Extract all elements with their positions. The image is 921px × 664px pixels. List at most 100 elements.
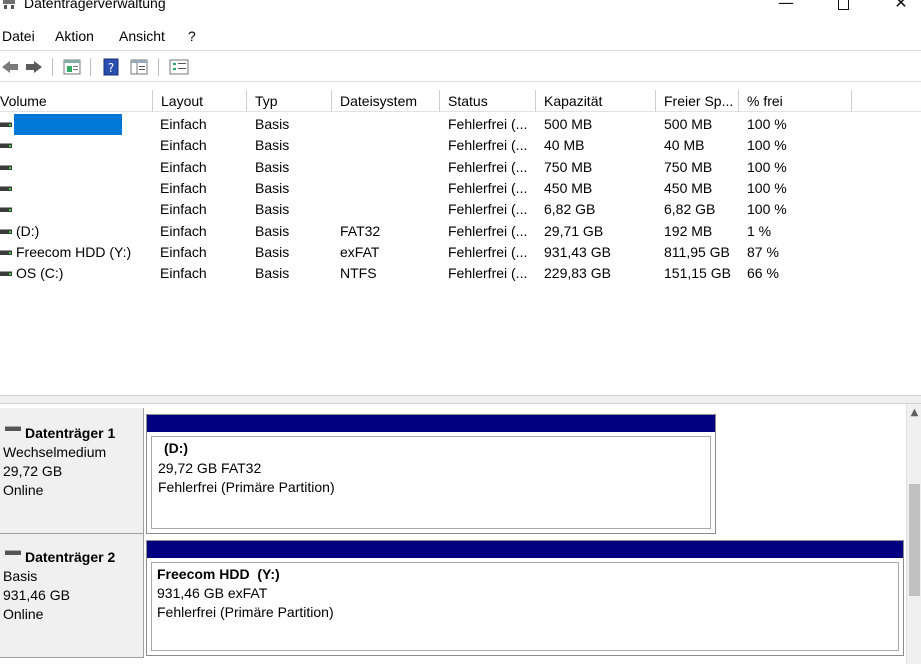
hard-disk-icon	[5, 550, 21, 555]
column-header-empty	[852, 90, 921, 112]
disk-2-info[interactable]: Datenträger 2 Basis 931,46 GB Online	[0, 534, 144, 658]
disk-2-title: Datenträger 2	[25, 549, 116, 565]
cell-status: Fehlerfrei (...	[448, 222, 528, 239]
cell-typ: Basis	[255, 158, 290, 175]
cell-dateisystem: NTFS	[340, 265, 377, 282]
toolbar-divider	[0, 81, 921, 82]
volume-list: Volume Layout Typ Dateisystem Status Kap…	[0, 90, 921, 395]
partition-d-status: Fehlerfrei (Primäre Partition)	[158, 479, 335, 495]
cell-prozent-frei: 66 %	[747, 265, 779, 282]
partition-y-name: Freecom HDD (Y:)	[157, 566, 280, 582]
pane-splitter[interactable]	[0, 395, 921, 404]
cell-volume: Freecom HDD (Y:)	[16, 243, 132, 260]
show-hide-pane-button[interactable]	[129, 57, 149, 77]
menu-datei[interactable]: Datei	[2, 28, 35, 44]
column-header-prozent-frei[interactable]: % frei	[739, 90, 852, 112]
cell-typ: Basis	[255, 201, 290, 218]
settings-button[interactable]	[169, 57, 189, 77]
cell-freier-speicher: 192 MB	[664, 222, 713, 239]
cell-layout: Einfach	[160, 179, 207, 196]
column-header-typ[interactable]: Typ	[247, 90, 332, 112]
disk-2-size: 931,46 GB	[3, 587, 70, 603]
vertical-scrollbar[interactable]: ▲	[906, 404, 921, 664]
volume-drive-icon	[0, 249, 12, 255]
toolbar-separator	[52, 58, 53, 76]
cell-kapazitaet: 750 MB	[544, 158, 593, 175]
cell-freier-speicher: 500 MB	[664, 116, 713, 132]
partition-d-name: (D:)	[164, 440, 189, 456]
toolbar: ?	[0, 52, 921, 82]
selection-highlight	[14, 114, 122, 135]
cell-prozent-frei: 1 %	[747, 222, 772, 239]
cell-typ: Basis	[255, 137, 290, 154]
table-row[interactable]: Einfach Basis Fehlerfrei (... 500 MB 500 MB 1…	[0, 114, 921, 135]
cell-kapazitaet: 450 MB	[544, 179, 593, 196]
close-button[interactable]: ✕	[878, 0, 921, 14]
table-row[interactable]: Einfach Basis Fehlerfrei (... 40 MB 40 MB 100…	[0, 135, 921, 156]
volume-drive-icon	[0, 143, 12, 149]
column-header-kapazitaet[interactable]: Kapazität	[536, 90, 656, 112]
cell-freier-speicher: 750 MB	[664, 158, 713, 175]
back-button[interactable]	[0, 57, 20, 77]
partition-d[interactable]: (D:) 29,72 GB FAT32 Fehlerfrei (Primäre …	[146, 414, 716, 534]
scroll-up-icon[interactable]: ▲	[907, 404, 921, 421]
cell-kapazitaet: 29,71 GB	[544, 222, 604, 239]
partition-y-size: 931,46 GB exFAT	[157, 585, 268, 601]
cell-kapazitaet: 6,82 GB	[544, 201, 596, 218]
cell-freier-speicher: 811,95 GB	[664, 243, 730, 260]
pane-icon	[130, 59, 148, 75]
help-button[interactable]: ?	[101, 57, 121, 77]
menu-help[interactable]: ?	[188, 28, 196, 44]
disk-1-size: 29,72 GB	[3, 463, 63, 479]
cell-layout: Einfach	[160, 158, 207, 175]
column-header-layout[interactable]: Layout	[153, 90, 247, 112]
disk-1-title: Datenträger 1	[25, 425, 116, 441]
minimize-button[interactable]: —	[763, 0, 809, 14]
forward-button[interactable]	[24, 57, 44, 77]
cell-prozent-frei: 87 %	[747, 243, 779, 260]
disk-1-state: Online	[3, 482, 44, 498]
forward-arrow-icon	[26, 61, 42, 73]
maximize-button[interactable]	[820, 0, 866, 14]
menu-ansicht[interactable]: Ansicht	[119, 28, 165, 44]
cell-kapazitaet: 500 MB	[544, 116, 593, 132]
cell-typ: Basis	[255, 222, 290, 239]
cell-freier-speicher: 6,82 GB	[664, 201, 716, 218]
table-row[interactable]: Einfach Basis Fehlerfrei (... 750 MB 750 MB 1…	[0, 157, 921, 178]
cell-typ: Basis	[255, 116, 290, 132]
partition-header-bar	[147, 541, 903, 558]
disk-1-info[interactable]: Datenträger 1 Wechselmedium 29,72 GB Onl…	[0, 408, 144, 534]
cell-kapazitaet: 931,43 GB	[544, 243, 611, 260]
properties-button[interactable]	[62, 57, 82, 77]
cell-status: Fehlerfrei (...	[448, 158, 528, 175]
partition-d-size: 29,72 GB FAT32	[158, 460, 262, 476]
title-bar: Datenträgerverwaltung — ✕	[0, 0, 921, 18]
cell-status: Fehlerfrei (...	[448, 201, 528, 218]
table-row[interactable]: OS (C:) Einfach Basis NTFS Fehlerfrei (... 22…	[0, 263, 921, 284]
svg-text:?: ?	[108, 61, 114, 75]
table-row[interactable]: Einfach Basis Fehlerfrei (... 450 MB 450 MB 1…	[0, 178, 921, 199]
partition-header-bar	[147, 415, 715, 432]
cell-layout: Einfach	[160, 116, 207, 132]
volume-drive-icon	[0, 185, 12, 191]
cell-prozent-frei: 100 %	[747, 179, 787, 196]
menu-aktion[interactable]: Aktion	[55, 28, 94, 44]
volume-drive-icon	[0, 122, 12, 127]
cell-kapazitaet: 40 MB	[544, 137, 585, 154]
column-header-status[interactable]: Status	[440, 90, 536, 112]
cell-status: Fehlerfrei (...	[448, 265, 528, 282]
table-row[interactable]: (D:) Einfach Basis FAT32 Fehlerfrei (... 29,7…	[0, 221, 921, 242]
scroll-thumb[interactable]	[909, 484, 920, 596]
column-header-dateisystem[interactable]: Dateisystem	[332, 90, 440, 112]
cell-typ: Basis	[255, 265, 290, 282]
table-row[interactable]: Freecom HDD (Y:) Einfach Basis exFAT Fehlerf…	[0, 242, 921, 263]
disk-management-icon	[3, 0, 15, 9]
window-title: Datenträgerverwaltung	[24, 0, 166, 11]
cell-layout: Einfach	[160, 243, 207, 260]
table-row[interactable]: Einfach Basis Fehlerfrei (... 6,82 GB 6,82 G…	[0, 199, 921, 220]
partition-y-status: Fehlerfrei (Primäre Partition)	[157, 604, 334, 620]
column-header-volume[interactable]: Volume	[0, 90, 153, 112]
cell-prozent-frei: 100 %	[747, 116, 787, 132]
partition-y[interactable]: Freecom HDD (Y:) 931,46 GB exFAT Fehlerf…	[146, 540, 904, 656]
column-header-freier-speicher[interactable]: Freier Sp...	[656, 90, 739, 112]
